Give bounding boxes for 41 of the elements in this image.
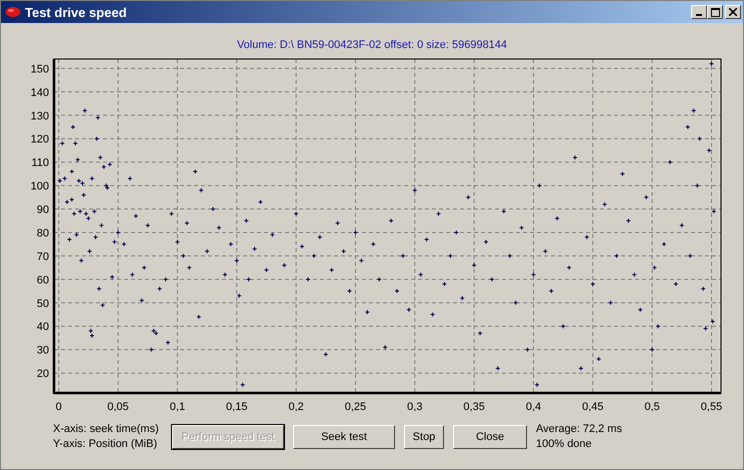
x-tick-label: 0 <box>56 401 62 413</box>
y-tick-label: 120 <box>30 134 49 146</box>
volume-info: Volume: D:\ BN59-00423F-02 offset: 0 size: 596998144 <box>236 38 508 53</box>
x-tick-label: 0,4 <box>526 401 542 413</box>
y-tick-label: 70 <box>36 250 49 263</box>
y-tick-label: 50 <box>36 298 49 310</box>
close-button[interactable]: Close <box>453 425 527 449</box>
window-title: Test drive speed <box>25 4 128 20</box>
y-tick-label: 90 <box>36 204 49 216</box>
y-tick-label: 20 <box>36 368 49 380</box>
axis-legend: X-axis: seek time(ms) <box>53 422 161 437</box>
y-tick-label: 140 <box>30 86 49 99</box>
app-icon <box>5 6 21 18</box>
close-icon <box>729 8 737 16</box>
x-tick-label: 0,2 <box>288 401 304 413</box>
y-tick-label: 130 <box>30 110 49 122</box>
x-tick-label: 0,25 <box>344 401 366 413</box>
x-tick-label: 0,5 <box>644 401 660 413</box>
y-tick-label: 40 <box>36 321 49 334</box>
seek-test-button[interactable]: Seek test <box>293 425 395 449</box>
stop-button[interactable]: Stop <box>404 425 444 449</box>
minimize-button[interactable] <box>691 5 707 19</box>
axis-legend: Y-axis: Position (MiB) <box>53 437 161 452</box>
y-tick-label: 30 <box>36 344 49 357</box>
close-button[interactable] <box>725 5 741 19</box>
x-tick-label: 0,15 <box>226 401 248 413</box>
maximize-icon <box>710 8 720 16</box>
status-text: Average: 72,2 ms <box>536 422 622 437</box>
y-tick-label: 100 <box>30 180 49 193</box>
x-tick-label: 0,05 <box>107 401 129 413</box>
y-tick-label: 80 <box>36 227 49 240</box>
x-tick-label: 0,1 <box>170 401 186 413</box>
x-tick-label: 0,45 <box>582 401 604 413</box>
x-tick-label: 0,3 <box>407 401 422 413</box>
y-tick-label: 110 <box>31 157 49 170</box>
y-tick-label: 150 <box>30 63 49 76</box>
status-text: 100% done <box>536 437 593 452</box>
maximize-button[interactable] <box>707 5 723 19</box>
x-tick-label: 0,55 <box>700 401 722 413</box>
x-tick-label: 0,35 <box>463 401 485 413</box>
y-tick-label: 60 <box>36 274 49 286</box>
